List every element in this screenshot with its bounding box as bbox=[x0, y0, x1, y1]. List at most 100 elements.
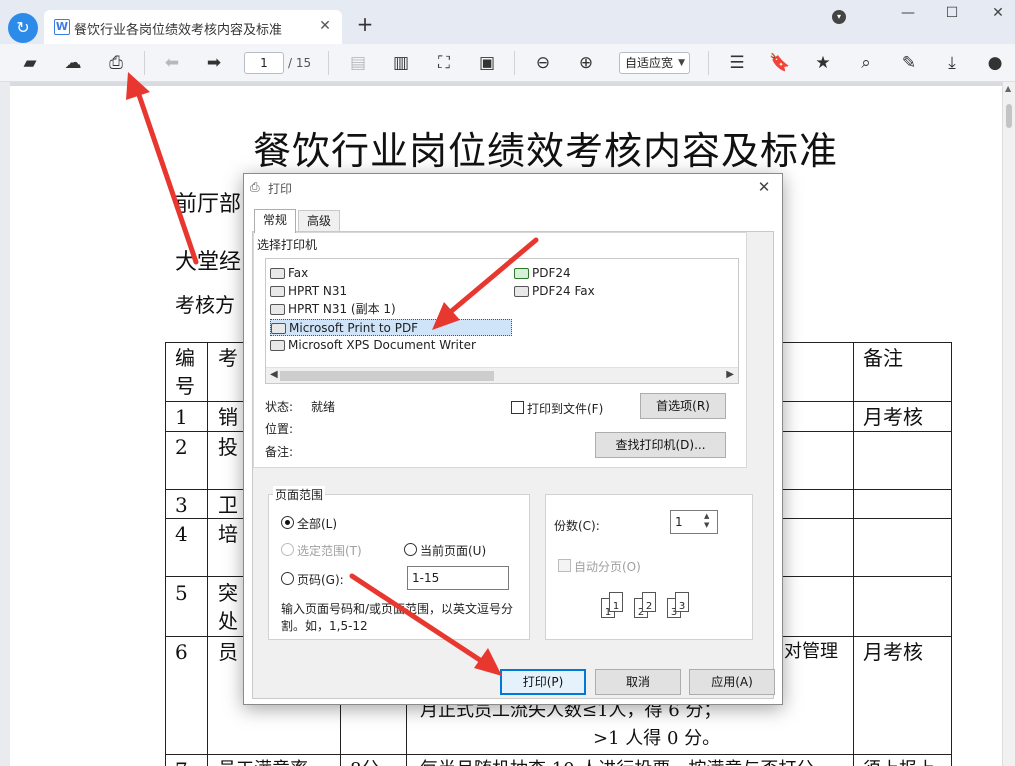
comment-label: 备注: bbox=[265, 445, 294, 459]
table-cell-item: 员工满意率 bbox=[218, 757, 308, 766]
tab-close-icon[interactable]: ✕ bbox=[316, 17, 334, 35]
search-icon[interactable]: ⌕ bbox=[854, 51, 878, 75]
collate-page-icon: 1 bbox=[609, 592, 623, 612]
collate-checkbox[interactable] bbox=[558, 559, 571, 572]
printer-item-xps[interactable]: Microsoft XPS Document Writer bbox=[270, 337, 476, 354]
table-line bbox=[165, 754, 952, 755]
find-printer-button[interactable]: 查找打印机(D)... bbox=[595, 432, 726, 458]
cloud-save-icon[interactable]: ☁ bbox=[61, 51, 85, 75]
tab-general[interactable]: 常规 bbox=[254, 209, 297, 233]
table-cell-item: 培 bbox=[218, 522, 238, 546]
assessment-method: 考核方 bbox=[175, 293, 235, 317]
app-logo-icon[interactable]: ↻ bbox=[8, 13, 38, 43]
copies-group: 份数(C): 1 ▲ ▼ 自动分页(O) 1 1 2 2 3 3 bbox=[545, 494, 753, 640]
fit-page-icon[interactable]: ⛶ bbox=[432, 51, 456, 75]
two-page-icon[interactable]: ▥ bbox=[389, 51, 413, 75]
next-page-icon[interactable]: ➡ bbox=[202, 51, 226, 75]
window-close-icon[interactable]: ✕ bbox=[986, 4, 1010, 22]
account-icon[interactable]: ▾ bbox=[832, 10, 846, 24]
dialog-close-icon[interactable]: ✕ bbox=[754, 177, 774, 197]
printer-item-hprt[interactable]: HPRT N31 bbox=[270, 283, 347, 300]
printer-icon: ⎙ bbox=[250, 180, 260, 194]
cancel-button[interactable]: 取消 bbox=[595, 669, 681, 695]
table-cell-number: 1 bbox=[175, 405, 188, 429]
side-panel-edge bbox=[0, 82, 10, 766]
new-tab-button[interactable]: + bbox=[354, 14, 376, 36]
table-cell-item: 销 bbox=[218, 405, 238, 429]
printer-item-pdf24[interactable]: PDF24 bbox=[514, 265, 571, 282]
range-pages-radio[interactable] bbox=[281, 572, 294, 585]
default-printer-check-icon bbox=[514, 268, 529, 279]
tab-title: 餐饮行业各岗位绩效考核内容及标准 bbox=[74, 23, 283, 38]
range-hint: 输入页面号码和/或页面范围，以英文逗号分 bbox=[281, 602, 514, 616]
star-icon[interactable]: ★ bbox=[811, 51, 835, 75]
apply-button[interactable]: 应用(A) bbox=[689, 669, 775, 695]
title-bar: ↻ W 餐饮行业各岗位绩效考核内容及标准 ✕ + ▾ — ☐ ✕ bbox=[0, 0, 1015, 44]
range-selection-radio[interactable] bbox=[281, 543, 294, 556]
range-current-radio[interactable] bbox=[404, 543, 417, 556]
annotate-pen-icon[interactable]: ✎ bbox=[897, 51, 921, 75]
table-cell-detail: 对管理 bbox=[784, 641, 838, 662]
document-title: 餐饮行业岗位绩效考核内容及标准 bbox=[253, 129, 839, 173]
document-tab[interactable]: W 餐饮行业各岗位绩效考核内容及标准 ✕ bbox=[44, 10, 342, 44]
print-button[interactable]: 打印(P) bbox=[500, 669, 586, 695]
page-number-input[interactable]: 1 bbox=[244, 52, 284, 74]
prev-page-icon[interactable]: ⬅ bbox=[160, 51, 184, 75]
outline-list-icon[interactable]: ☰ bbox=[725, 51, 749, 75]
toolbar-divider bbox=[514, 51, 515, 75]
page-range-input[interactable]: 1-15 bbox=[407, 566, 509, 590]
page-range-group: 页面范围 全部(L) 选定范围(T) 当前页面(U) 页码(G): 1-15 输… bbox=[268, 486, 530, 640]
scroll-left-icon[interactable]: ◀ bbox=[270, 369, 278, 380]
maximize-icon[interactable]: ☐ bbox=[940, 4, 964, 22]
position-heading: 大堂经 bbox=[175, 250, 242, 275]
scroll-up-icon[interactable]: ▲ bbox=[1005, 84, 1011, 93]
printer-item-hprt-copy[interactable]: HPRT N31 (副本 1) bbox=[270, 301, 396, 318]
toolbar-divider bbox=[328, 51, 329, 75]
toolbar-divider bbox=[708, 51, 709, 75]
location-label: 位置: bbox=[265, 422, 294, 436]
open-folder-icon[interactable]: ▰ bbox=[18, 51, 42, 75]
download-icon[interactable]: ⤓ bbox=[940, 51, 964, 75]
print-to-file-checkbox[interactable] bbox=[511, 401, 524, 414]
printer-item-pdf24-fax[interactable]: PDF24 Fax bbox=[514, 283, 595, 300]
printer-icon bbox=[271, 323, 286, 334]
zoom-select[interactable]: 自适应宽 ▼ bbox=[619, 52, 690, 74]
print-icon[interactable]: ⎙ bbox=[104, 51, 128, 75]
table-header-number: 编 bbox=[175, 346, 195, 370]
collate-page-icon: 3 bbox=[675, 592, 689, 612]
dialog-title-bar[interactable]: ⎙ 打印 ✕ bbox=[244, 174, 782, 202]
scroll-right-icon[interactable]: ▶ bbox=[726, 369, 734, 380]
table-cell-item: 员 bbox=[218, 640, 238, 664]
zoom-value: 自适应宽 bbox=[625, 56, 674, 70]
zoom-out-icon[interactable]: ⊖ bbox=[531, 51, 555, 75]
presentation-icon[interactable]: ▣ bbox=[475, 51, 499, 75]
table-line bbox=[207, 342, 208, 766]
table-cell-number: 3 bbox=[175, 493, 188, 517]
user-account-icon[interactable]: ● bbox=[983, 51, 1007, 75]
table-line bbox=[853, 342, 854, 766]
zoom-in-icon[interactable]: ⊕ bbox=[574, 51, 598, 75]
scrollbar-thumb[interactable] bbox=[1006, 104, 1012, 128]
printer-icon bbox=[270, 286, 285, 297]
status-label: 状态: bbox=[265, 400, 294, 414]
table-cell-item: 卫 bbox=[218, 493, 238, 517]
table-cell-item: 处 bbox=[218, 609, 238, 633]
fax-printer-icon bbox=[514, 286, 529, 297]
tab-advanced[interactable]: 高级 bbox=[298, 210, 341, 232]
range-all-radio[interactable] bbox=[281, 516, 294, 529]
horizontal-scrollbar[interactable]: ◀ ▶ bbox=[266, 367, 738, 383]
printer-item-ms-pdf[interactable]: Microsoft Print to PDF bbox=[270, 319, 512, 336]
table-cell-number: 5 bbox=[175, 581, 188, 605]
copies-stepper-icon[interactable]: ▲ ▼ bbox=[704, 512, 709, 530]
preferences-button[interactable]: 首选项(R) bbox=[640, 393, 726, 419]
copies-input[interactable]: 1 bbox=[670, 510, 718, 534]
printer-list[interactable]: Fax HPRT N31 HPRT N31 (副本 1) Microsoft P… bbox=[265, 258, 739, 384]
single-page-icon[interactable]: ▤ bbox=[346, 51, 370, 75]
bookmark-add-icon[interactable]: 🔖 bbox=[768, 51, 792, 75]
scrollbar-thumb[interactable] bbox=[280, 371, 494, 381]
minimize-icon[interactable]: — bbox=[896, 4, 920, 22]
vertical-scrollbar[interactable]: ▲ bbox=[1002, 82, 1015, 766]
table-cell-note: 月考核 bbox=[863, 640, 923, 664]
printer-item-fax[interactable]: Fax bbox=[270, 265, 308, 282]
page-range-label: 页面范围 bbox=[273, 486, 326, 503]
